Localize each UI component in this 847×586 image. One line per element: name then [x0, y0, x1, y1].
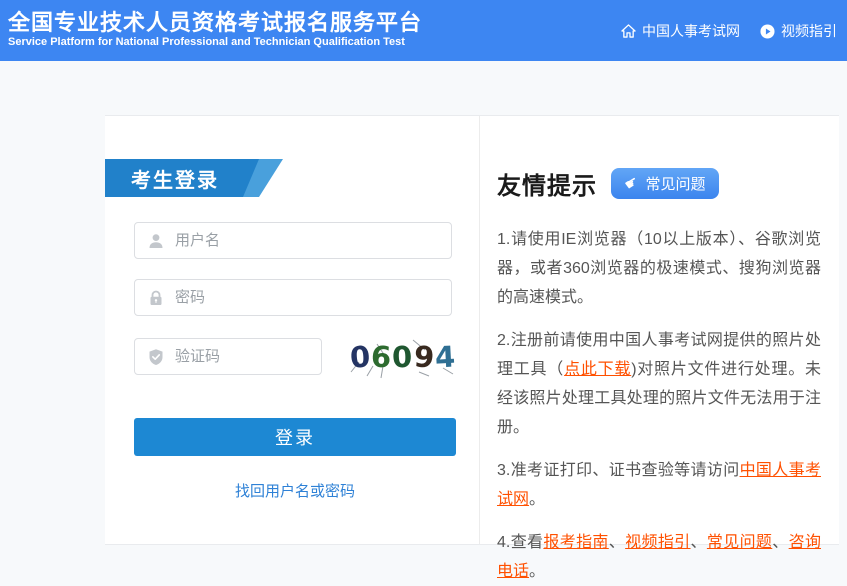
- tip-paragraph: 2.注册前请使用中国人事考试网提供的照片处理工具（点此下载)对照片文件进行处理。…: [497, 326, 821, 442]
- login-banner: 考生登录: [105, 159, 283, 197]
- page-title: 全国专业技术人员资格考试报名服务平台: [8, 5, 422, 37]
- video-guide-link[interactable]: 视频指引: [760, 21, 837, 41]
- header: 全国专业技术人员资格考试报名服务平台 Service Platform for …: [0, 0, 847, 61]
- tip-link[interactable]: 点此下载: [564, 361, 631, 378]
- tip-paragraph: 1.请使用IE浏览器（10以上版本）、谷歌浏览器，或者360浏览器的极速模式、搜…: [497, 225, 821, 312]
- tips-header: 友情提示 ☛ 常见问题: [497, 166, 821, 201]
- tip-paragraph: 3.准考证打印、证书查验等请访问中国人事考试网。: [497, 456, 821, 514]
- tip-text: 3.准考证打印、证书查验等请访问: [497, 462, 740, 479]
- login-panel: 考生登录: [105, 116, 480, 544]
- username-input[interactable]: [175, 232, 441, 249]
- header-nav: 中国人事考试网 视频指引: [621, 21, 837, 41]
- tips-panel: 友情提示 ☛ 常见问题 1.请使用IE浏览器（10以上版本）、谷歌浏览器，或者3…: [480, 116, 839, 544]
- site-home-label: 中国人事考试网: [642, 21, 740, 41]
- captcha-digit: 6: [370, 342, 393, 372]
- tips-list: 1.请使用IE浏览器（10以上版本）、谷歌浏览器，或者360浏览器的极速模式、搜…: [497, 225, 821, 586]
- tip-link[interactable]: 常见问题: [707, 534, 772, 551]
- video-guide-label: 视频指引: [781, 21, 837, 41]
- tip-text: 。: [529, 563, 545, 580]
- tip-text: 。: [529, 491, 545, 508]
- tip-paragraph: 4.查看报考指南、视频指引、常见问题、咨询电话。: [497, 528, 821, 586]
- captcha-digit: 0: [349, 342, 372, 372]
- recover-credentials-link[interactable]: 找回用户名或密码: [134, 480, 456, 501]
- tip-text: 4.查看: [497, 534, 543, 551]
- captcha-image[interactable]: 06094: [343, 332, 463, 382]
- captcha-digit: 0: [392, 342, 414, 372]
- home-icon: [621, 24, 636, 38]
- site-home-link[interactable]: 中国人事考试网: [621, 21, 740, 41]
- captcha-digit: 9: [413, 342, 436, 372]
- lock-icon: [147, 289, 165, 307]
- faq-button-label: 常见问题: [645, 173, 705, 194]
- tip-text: 、: [772, 534, 788, 551]
- play-icon: [760, 24, 775, 39]
- password-input[interactable]: [175, 289, 441, 306]
- user-icon: [147, 232, 165, 250]
- tip-text: 、: [609, 534, 625, 551]
- tip-text: 、: [691, 534, 707, 551]
- captcha-field-wrapper: [134, 338, 322, 375]
- username-field-wrapper: [134, 222, 452, 259]
- page-subtitle: Service Platform for National Profession…: [8, 36, 405, 48]
- main-card: 考生登录: [105, 115, 839, 545]
- tip-text: 1.请使用IE浏览器（10以上版本）、谷歌浏览器，或者360浏览器的极速模式、搜…: [497, 231, 821, 306]
- tip-link[interactable]: 视频指引: [625, 534, 690, 551]
- tip-link[interactable]: 报考指南: [543, 534, 608, 551]
- login-banner-label: 考生登录: [105, 159, 259, 197]
- tips-title: 友情提示: [497, 166, 597, 201]
- faq-button[interactable]: ☛ 常见问题: [611, 168, 719, 199]
- captcha-code: 06094: [350, 343, 456, 372]
- captcha-digit: 4: [434, 342, 457, 372]
- login-button[interactable]: 登录: [134, 418, 456, 456]
- shield-check-icon: [147, 348, 165, 366]
- password-field-wrapper: [134, 279, 452, 316]
- pointing-hand-icon: ☛: [622, 174, 641, 194]
- captcha-input[interactable]: [175, 348, 311, 365]
- page: 全国专业技术人员资格考试报名服务平台 Service Platform for …: [0, 0, 847, 565]
